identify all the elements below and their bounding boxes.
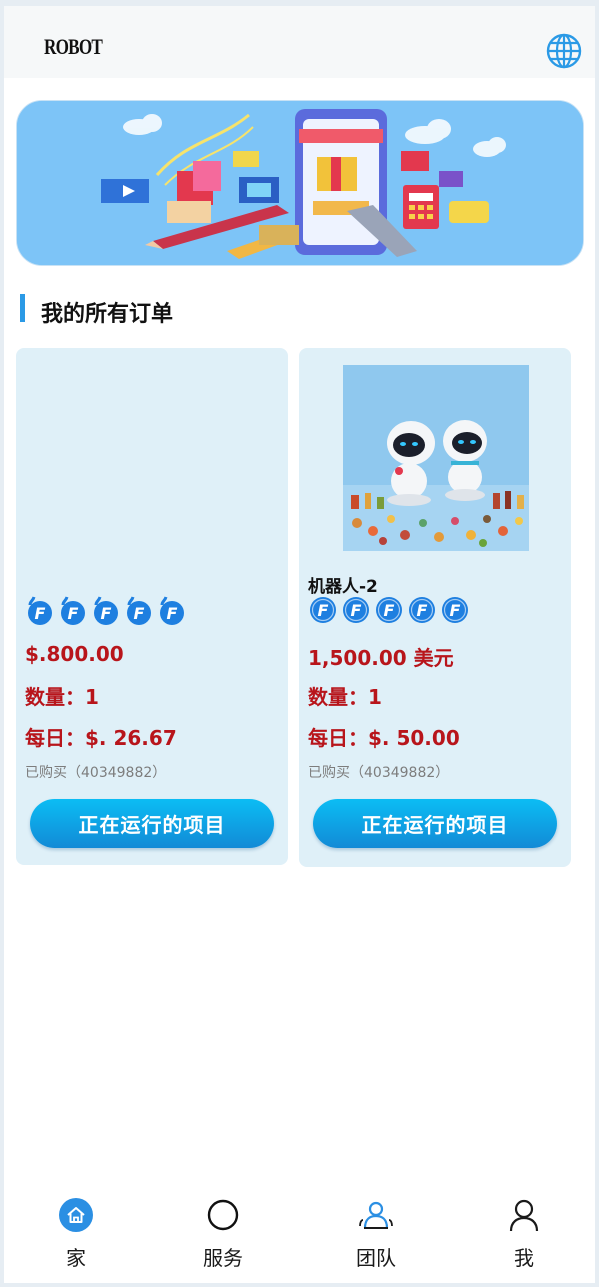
badge-f-icon: F	[376, 597, 402, 623]
level-badges: F F F F F	[308, 595, 470, 625]
badge-f-icon: F	[28, 596, 52, 625]
tab-me[interactable]: 我	[474, 1184, 574, 1283]
order-price: $.800.00	[25, 642, 124, 666]
badge-f-icon: F	[442, 597, 468, 623]
tab-label: 我	[514, 1246, 534, 1270]
circle-icon	[207, 1199, 239, 1231]
svg-text:F: F	[134, 604, 145, 623]
order-card[interactable]: 机器人-2 F F F F F 1,500.00 美元 数量：1 每日：$. 5…	[299, 348, 571, 867]
order-daily-income: 每日：$. 50.00	[308, 726, 460, 750]
badge-f-icon: F	[94, 596, 118, 625]
svg-text:F: F	[318, 601, 329, 620]
globe-icon[interactable]	[545, 32, 583, 70]
badge-f-icon: F	[127, 596, 151, 625]
app-logo: ROBOT	[44, 34, 103, 59]
level-badges: F F F F F	[25, 595, 187, 625]
team-icon	[359, 1201, 393, 1229]
svg-text:F: F	[351, 601, 362, 620]
order-card[interactable]: F F F F F $.800.00 数量：1 每日：$. 26.67 已购买（…	[16, 348, 288, 865]
tab-team[interactable]: 团队	[326, 1184, 426, 1283]
purchase-count: 已购买（40349882）	[25, 765, 167, 781]
tab-label: 家	[66, 1246, 86, 1270]
badge-f-icon: F	[160, 596, 184, 625]
order-quantity: 数量：1	[25, 685, 99, 709]
top-header: ROBOT	[4, 6, 595, 78]
promo-banner[interactable]	[16, 100, 584, 266]
svg-text:F: F	[68, 604, 79, 623]
product-name: 机器人-2	[308, 577, 378, 597]
badge-f-icon: F	[310, 597, 336, 623]
tab-label: 团队	[356, 1246, 396, 1270]
tab-home[interactable]: 家	[26, 1184, 126, 1283]
running-project-button[interactable]: 正在运行的项目	[30, 799, 274, 848]
svg-text:F: F	[167, 604, 178, 623]
bottom-tab-bar: 家 服务 团队 我	[4, 1184, 595, 1283]
section-title: 我的所有订单	[41, 302, 174, 327]
badge-f-icon: F	[409, 597, 435, 623]
order-daily-income: 每日：$. 26.67	[25, 726, 177, 750]
home-icon	[59, 1198, 93, 1232]
product-image	[343, 365, 529, 551]
tab-service[interactable]: 服务	[173, 1184, 273, 1283]
svg-text:F: F	[35, 604, 46, 623]
svg-text:F: F	[450, 601, 461, 620]
shopping-illustration	[17, 101, 583, 265]
section-accent-bar	[20, 294, 25, 322]
running-project-button[interactable]: 正在运行的项目	[313, 799, 557, 848]
order-price: 1,500.00 美元	[308, 646, 454, 670]
svg-text:F: F	[384, 601, 395, 620]
app-screen: ROBOT 我的所有订单 F F F F F $.800.00 数量：1 每日：…	[4, 6, 595, 1283]
badge-f-icon: F	[343, 597, 369, 623]
product-image-blank	[60, 365, 246, 551]
order-quantity: 数量：1	[308, 685, 382, 709]
tab-label: 服务	[203, 1246, 243, 1270]
svg-text:F: F	[101, 604, 112, 623]
badge-f-icon: F	[61, 596, 85, 625]
svg-text:F: F	[417, 601, 428, 620]
person-icon	[509, 1199, 539, 1232]
purchase-count: 已购买（40349882）	[308, 765, 450, 781]
